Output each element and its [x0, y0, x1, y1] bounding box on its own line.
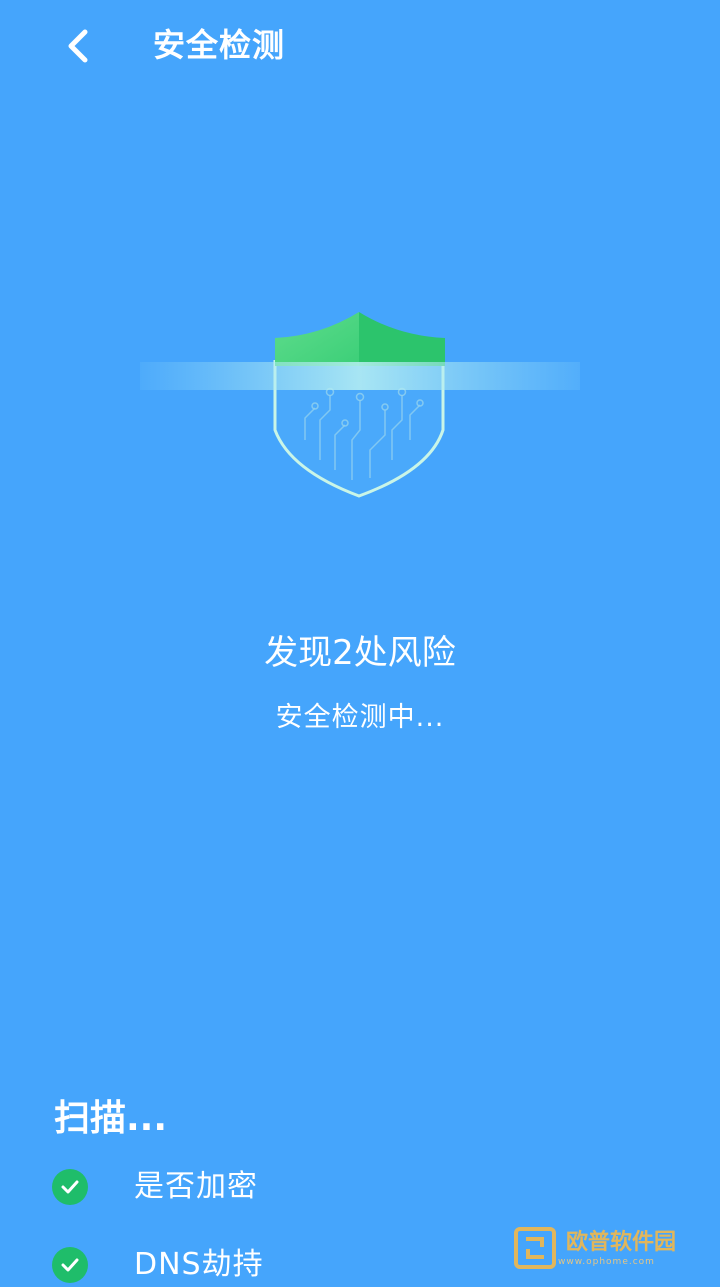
- check-circle-icon: [52, 1247, 88, 1283]
- site-watermark: 欧普软件园 www.ophome.com: [512, 1218, 712, 1278]
- risk-headline: 发现2处风险: [264, 633, 456, 673]
- check-circle-icon: [52, 1169, 88, 1205]
- scan-item-label: DNS劫持: [134, 1247, 264, 1282]
- chevron-left-icon: [68, 29, 88, 63]
- watermark-text: 欧普软件园: [566, 1230, 677, 1255]
- shield-scan-animation: [130, 300, 590, 510]
- app-header: 安全检测: [0, 0, 720, 92]
- watermark-subtext: www.ophome.com: [558, 1257, 655, 1267]
- watermark-logo-icon: [514, 1227, 556, 1269]
- page-title: 安全检测: [153, 26, 286, 64]
- scan-progress-text: 安全检测中...: [275, 702, 445, 733]
- shield-icon: [140, 312, 580, 498]
- scan-item-label: 是否加密: [134, 1169, 258, 1204]
- back-button[interactable]: [52, 20, 104, 72]
- scan-heading: 扫描...: [54, 1098, 168, 1139]
- scan-item-dns-hijack: DNS劫持: [52, 1243, 412, 1287]
- scan-item-encryption: 是否加密: [52, 1165, 412, 1209]
